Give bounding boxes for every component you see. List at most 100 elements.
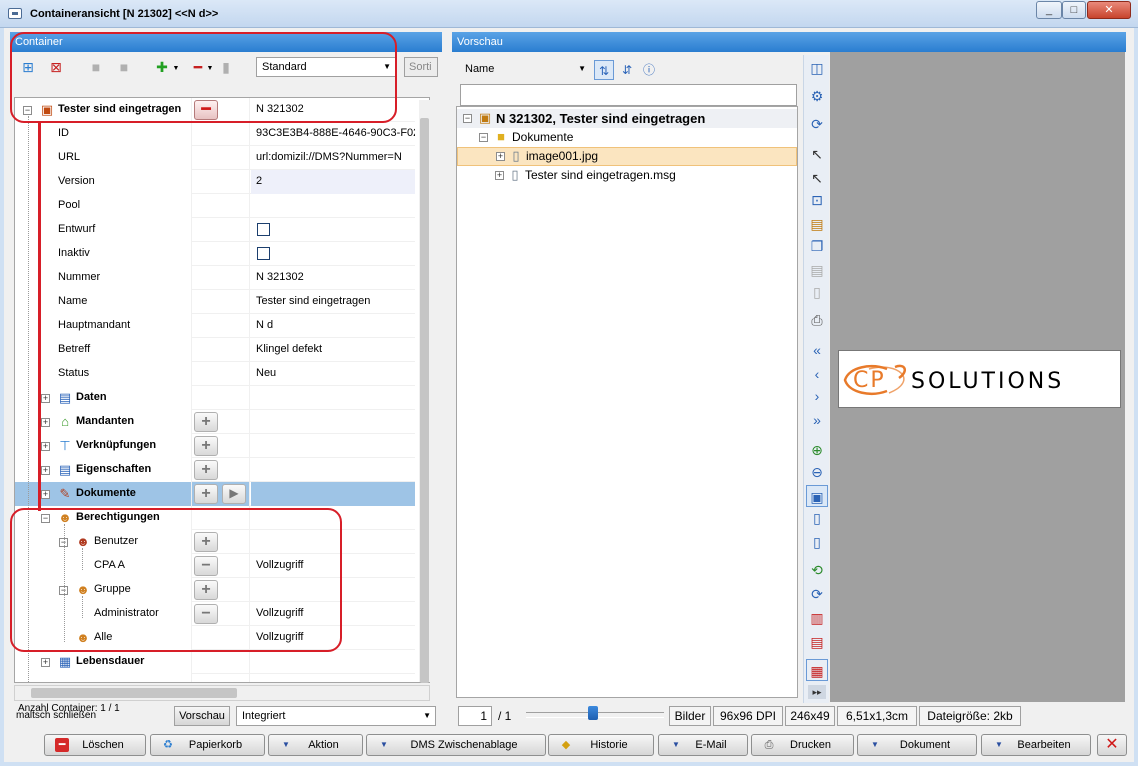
collapse-icon[interactable]: − (479, 133, 488, 142)
page-number-input[interactable]: 1 (458, 706, 492, 726)
add-button[interactable]: + (194, 412, 218, 432)
zoom-out-icon[interactable]: ⊖ (806, 461, 828, 483)
doc-tree-file[interactable]: + ▯ Tester sind eingetragen.msg (457, 166, 797, 185)
expand-toolbar-icon[interactable]: ▸▸ (808, 685, 826, 699)
collapse-icon[interactable]: − (41, 514, 50, 523)
layout-icon[interactable]: ◫ (806, 57, 828, 79)
close-button[interactable]: ✕ (1087, 1, 1131, 19)
prop-row-hauptmandant[interactable]: Hauptmandant N d (15, 314, 415, 338)
expand-icon[interactable]: + (495, 171, 504, 180)
add-button[interactable]: + (194, 580, 218, 600)
book-icon[interactable]: ▥ (806, 607, 828, 629)
chevron-down-icon[interactable]: ▼ (166, 59, 186, 79)
rotate-right-icon[interactable]: ⟳ (806, 583, 828, 605)
dms-clipboard-button[interactable]: ▼ DMS Zwischenablage (366, 734, 546, 756)
app-icon[interactable] (8, 8, 22, 19)
doc-tree-root[interactable]: − ▣ N 321302, Tester sind eingetragen (457, 109, 797, 128)
pdf-icon[interactable]: ▦ (806, 659, 828, 681)
action-button[interactable]: ▼ Aktion (268, 734, 363, 756)
zoom-page-icon[interactable]: ⊡ (806, 189, 828, 211)
remove-button[interactable]: − (194, 556, 218, 576)
expand-icon[interactable]: + (41, 394, 50, 403)
view-select[interactable]: Standard ▼ (256, 57, 396, 77)
edit-button[interactable]: ▼ Bearbeiten (981, 734, 1091, 756)
fit-page-icon[interactable]: ▣ (806, 485, 828, 507)
perm-row-user[interactable]: CPA A − Vollzugriff (15, 554, 415, 578)
grid-horizontal-scrollbar[interactable] (14, 685, 430, 701)
prop-row-pool[interactable]: Pool (15, 194, 415, 218)
prop-value[interactable]: Neu (251, 362, 415, 386)
settings-icon[interactable]: ⚙ (806, 85, 828, 107)
clipboard-icon[interactable]: ▤ (806, 213, 828, 235)
expand-icon[interactable]: + (41, 490, 50, 499)
collapse-icon[interactable]: − (463, 114, 472, 123)
prop-row-url[interactable]: URL url:domizil://DMS?Nummer=N (15, 146, 415, 170)
zoom-in-icon[interactable]: ⊕ (806, 439, 828, 461)
preview-button[interactable]: Vorschau (174, 706, 230, 726)
add-tree-icon[interactable]: ⊞ (18, 57, 38, 77)
scroll-thumb[interactable] (31, 688, 237, 698)
mode-select[interactable]: Integriert ▼ (236, 706, 436, 726)
expand-icon[interactable]: + (496, 152, 505, 161)
split-page-icon[interactable]: ▤ (806, 631, 828, 653)
prop-row-version[interactable]: Version 2 (15, 170, 415, 194)
pointer-plus-icon[interactable]: ↖ (806, 167, 828, 189)
close-window-button[interactable]: ✕ (1097, 734, 1127, 756)
prop-row-status[interactable]: Status Neu (15, 362, 415, 386)
sort-descending-icon[interactable]: ⇵ (617, 60, 637, 80)
sort-ascending-icon[interactable]: ⇅ (594, 60, 614, 80)
sort-button[interactable]: Sorti (404, 57, 438, 77)
zoom-slider[interactable] (526, 706, 664, 720)
expand-icon[interactable]: + (41, 418, 50, 427)
history-button[interactable]: ◆ Historie (548, 734, 654, 756)
scroll-thumb[interactable] (420, 118, 429, 683)
perm-row-gruppe[interactable]: − ☻ Gruppe + (15, 578, 415, 602)
group-row-mandanten[interactable]: + ⌂ Mandanten + (15, 410, 415, 434)
grid-vertical-scrollbar[interactable] (419, 100, 430, 683)
expand-icon[interactable]: + (41, 466, 50, 475)
rotate-left-icon[interactable]: ⟲ (806, 559, 828, 581)
group-row-eigenschaften[interactable]: + ▤ Eigenschaften + (15, 458, 415, 482)
prop-row-entwurf[interactable]: Entwurf (15, 218, 415, 242)
prop-value[interactable]: N d (251, 314, 415, 338)
copy-icon[interactable]: ❐ (806, 235, 828, 257)
collapse-icon[interactable]: − (23, 106, 32, 115)
expand-icon[interactable]: + (41, 442, 50, 451)
prop-value[interactable]: Klingel defekt (251, 338, 415, 362)
group-row-berechtigungen[interactable]: − ☻ Berechtigungen (15, 506, 415, 530)
doc-tree-file-selected[interactable]: + ▯ image001.jpg (457, 147, 797, 166)
entwurf-checkbox[interactable] (257, 223, 270, 236)
remove-button[interactable]: ━ (194, 100, 218, 120)
perm-row-benutzer[interactable]: − ☻ Benutzer + (15, 530, 415, 554)
add-button[interactable]: + (194, 460, 218, 480)
recycle-bin-button[interactable]: ♻ Papierkorb (150, 734, 265, 756)
remove-tree-icon[interactable]: ⊠ (46, 57, 66, 77)
prop-row-betreff[interactable]: Betreff Klingel defekt (15, 338, 415, 362)
last-page-icon[interactable]: » (806, 409, 828, 431)
inaktiv-checkbox[interactable] (257, 247, 270, 260)
delete-button[interactable]: ━ Löschen (44, 734, 146, 756)
prop-value[interactable] (251, 194, 415, 218)
fit-height-icon[interactable]: ▯ (806, 531, 828, 553)
prop-row-nummer[interactable]: Nummer N 321302 (15, 266, 415, 290)
refresh-icon[interactable]: ⟳ (806, 113, 828, 135)
perm-row-group[interactable]: Administrator − Vollzugriff (15, 602, 415, 626)
prop-row-inaktiv[interactable]: Inaktiv (15, 242, 415, 266)
first-page-icon[interactable]: « (806, 339, 828, 361)
perm-row-alle[interactable]: ☻ Alle Vollzugriff (15, 626, 415, 650)
group-row-verknuepfungen[interactable]: + ⊤ Verknüpfungen + (15, 434, 415, 458)
expand-icon[interactable]: + (41, 658, 50, 667)
preview-filter-input[interactable] (460, 84, 797, 106)
add-button[interactable]: + (194, 532, 218, 552)
prop-value[interactable]: Tester sind eingetragen (251, 290, 415, 314)
prop-row-name[interactable]: Name Tester sind eingetragen (15, 290, 415, 314)
info-icon[interactable]: ⓘ (639, 60, 659, 80)
sort-select[interactable]: Name ▼ (460, 60, 590, 80)
import-button[interactable]: ▶ (222, 484, 246, 504)
add-button[interactable]: + (194, 436, 218, 456)
print-button[interactable]: ⎙ Drucken (751, 734, 854, 756)
group-row-lebensdauer[interactable]: + ▦ Lebensdauer (15, 650, 415, 674)
prev-page-icon[interactable]: ‹ (806, 363, 828, 385)
zoom-slider-thumb[interactable] (588, 706, 598, 720)
group-row-dokumente[interactable]: + ✎ Dokumente + ▶ (15, 482, 415, 506)
